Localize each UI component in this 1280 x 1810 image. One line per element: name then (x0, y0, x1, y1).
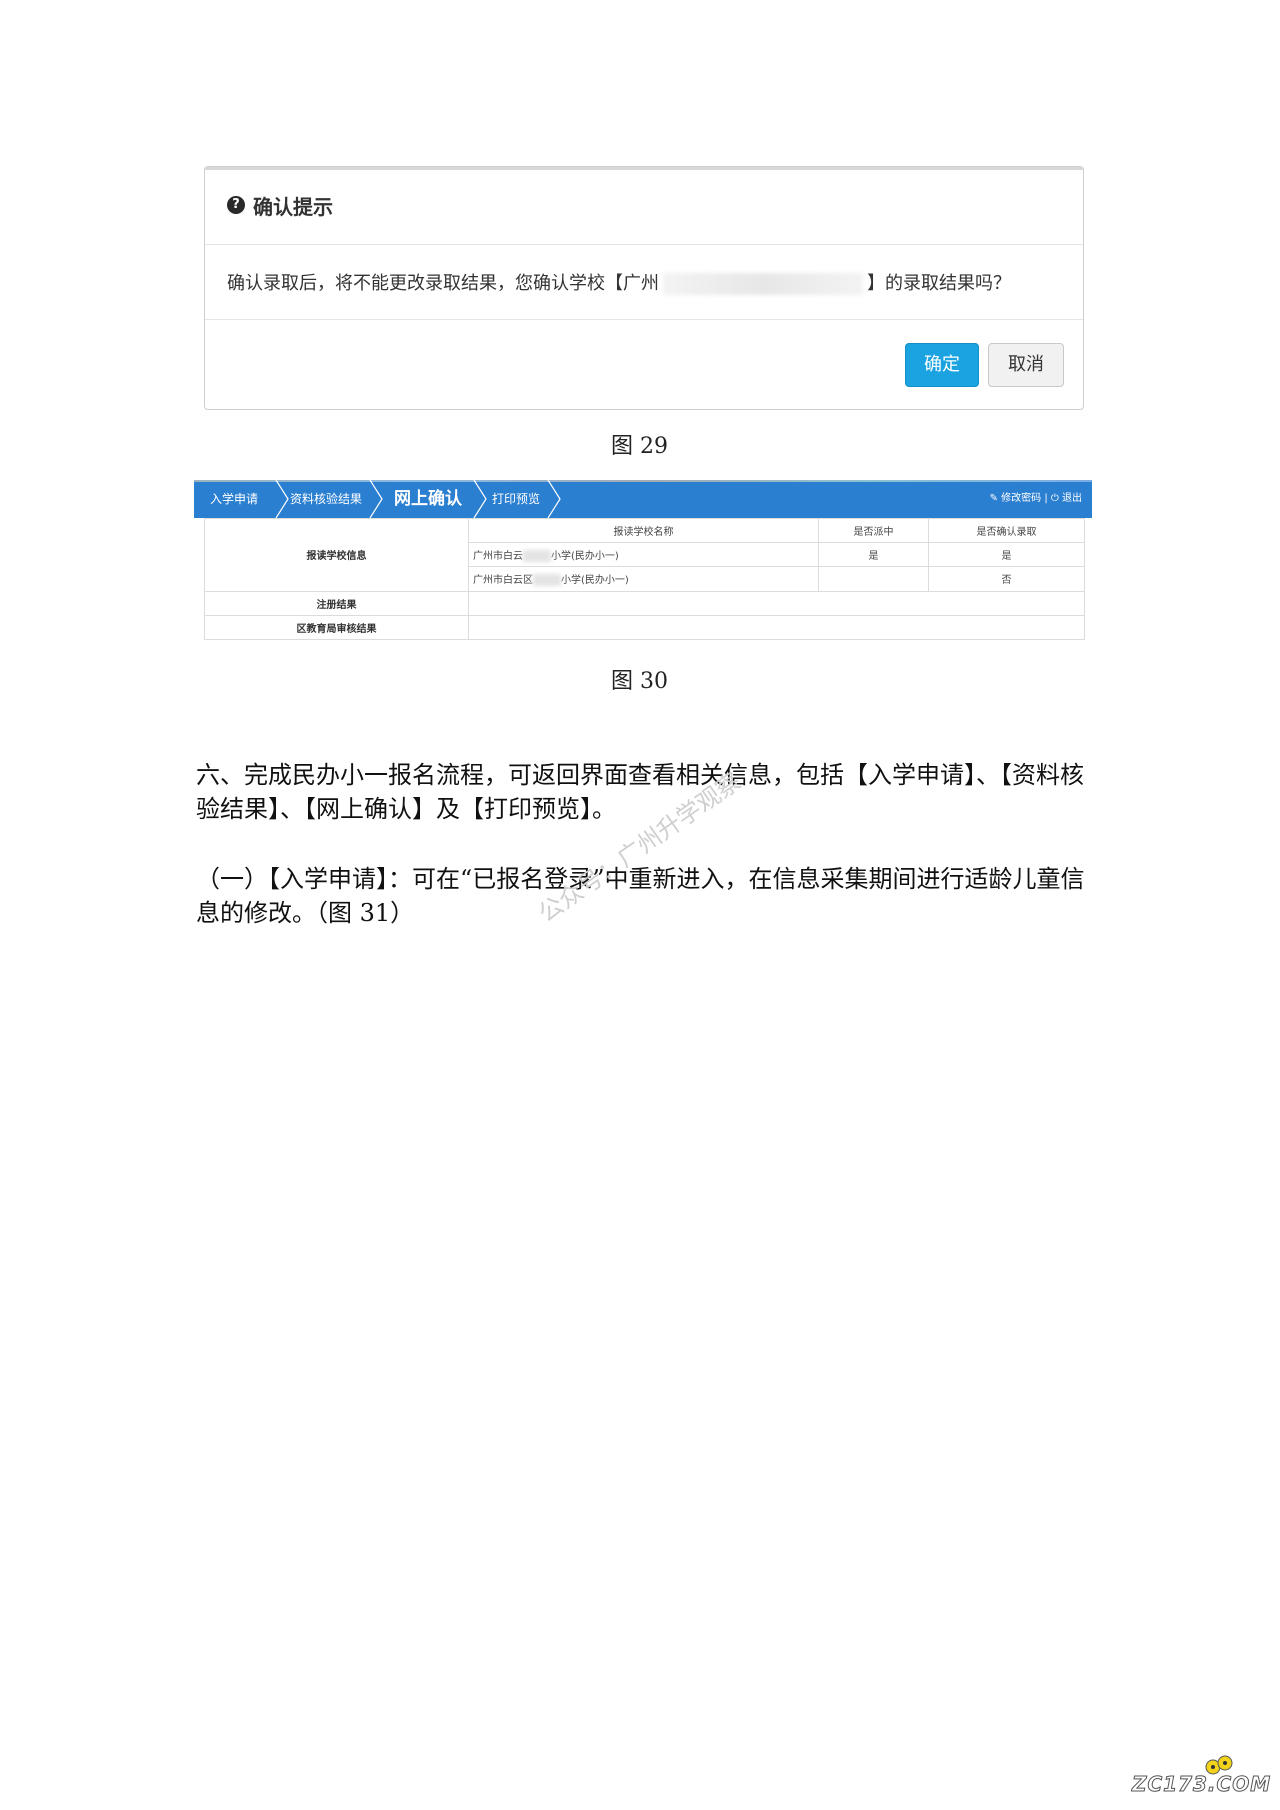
school-name-suffix: 小学(民办小一) (551, 551, 619, 563)
confirmed-cell: 否 (928, 566, 1085, 592)
step-chevron-icon (473, 480, 487, 518)
col-header-confirmed: 是否确认录取 (928, 517, 1085, 544)
confirmed-cell: 是 (928, 542, 1085, 568)
school-name-suffix: 小学(民办小一) (561, 575, 629, 587)
paragraph-one: （一）【入学申请】：可在“已报名登录”中重新进入，在信息采集期间进行适龄儿童信息… (196, 865, 1085, 927)
figure-29-caption: 图 29 (611, 434, 668, 459)
assigned-cell: 是 (818, 542, 929, 568)
step-verification-result[interactable]: 资料核验结果 (290, 480, 362, 518)
step-chevron-icon (369, 480, 383, 518)
registration-result-value (468, 590, 1085, 616)
school-name-prefix: 广州市白云 (473, 551, 523, 563)
figure-30-caption: 图 30 (611, 669, 668, 694)
nav-separator: | (1044, 493, 1048, 504)
dialog-header: ? 确认提示 (205, 167, 1083, 245)
change-password-link[interactable]: 修改密码 (1001, 480, 1041, 518)
table-row: 区教育局审核结果 (204, 614, 1085, 641)
table-header-row: 报读学校信息 报读学校名称 是否派中 是否确认录取 (204, 517, 1085, 592)
question-icon: ? (227, 196, 245, 214)
nav-actions: ✎ 修改密码 | ⏻ 退出 (990, 480, 1082, 518)
dialog-message-before: 确认录取后，将不能更改录取结果，您确认学校【广州 (227, 273, 659, 294)
dialog-message: 确认录取后，将不能更改录取结果，您确认学校【广州 】的录取结果吗？ (227, 269, 1011, 295)
paragraph-six: 六、完成民办小一报名流程，可返回界面查看相关信息，包括【入学申请】、【资料核验结… (196, 761, 1084, 823)
logout-link[interactable]: 退出 (1062, 480, 1082, 518)
confirm-dialog: ? 确认提示 确认录取后，将不能更改录取结果，您确认学校【广州 】的录取结果吗？ … (204, 166, 1084, 410)
step-online-confirm[interactable]: 网上确认 (394, 480, 462, 518)
site-logo: ZC173.COM (1131, 1772, 1272, 1797)
redacted-text (533, 574, 561, 587)
step-navigation-bar: 入学申请 资料核验结果 网上确认 打印预览 ✎ 修改密码 | ⏻ 退出 (194, 480, 1092, 518)
registration-result-label: 注册结果 (204, 590, 469, 616)
group-label: 报读学校信息 (204, 518, 469, 592)
dialog-message-after: 】的录取结果吗？ (867, 273, 1011, 294)
confirm-button[interactable]: 确定 (905, 343, 979, 387)
power-icon: ⏻ (1050, 493, 1059, 504)
district-review-value (468, 614, 1085, 641)
dialog-body: 确认录取后，将不能更改录取结果，您确认学校【广州 】的录取结果吗？ (205, 245, 1083, 320)
step-print-preview[interactable]: 打印预览 (492, 480, 540, 518)
school-status-table: 报读学校信息 报读学校名称 是否派中 是否确认录取 广州市白云 小学(民办小一) … (204, 517, 1085, 641)
step-apply[interactable]: 入学申请 (210, 480, 258, 518)
col-header-school: 报读学校名称 (468, 517, 819, 544)
assigned-cell (818, 566, 929, 592)
district-review-label: 区教育局审核结果 (204, 614, 469, 641)
table-row: 注册结果 (204, 590, 1085, 616)
cancel-button[interactable]: 取消 (988, 343, 1064, 387)
dialog-title: 确认提示 (253, 195, 333, 219)
school-name-prefix: 广州市白云区 (473, 575, 533, 587)
col-header-assigned: 是否派中 (818, 517, 929, 544)
school-name-cell: 广州市白云 小学(民办小一) (468, 542, 819, 568)
school-name-cell: 广州市白云区 小学(民办小一) (468, 566, 819, 592)
redacted-text (523, 550, 551, 563)
step-chevron-icon (547, 480, 561, 518)
redacted-school-name (663, 273, 863, 295)
pencil-icon: ✎ (989, 493, 998, 504)
